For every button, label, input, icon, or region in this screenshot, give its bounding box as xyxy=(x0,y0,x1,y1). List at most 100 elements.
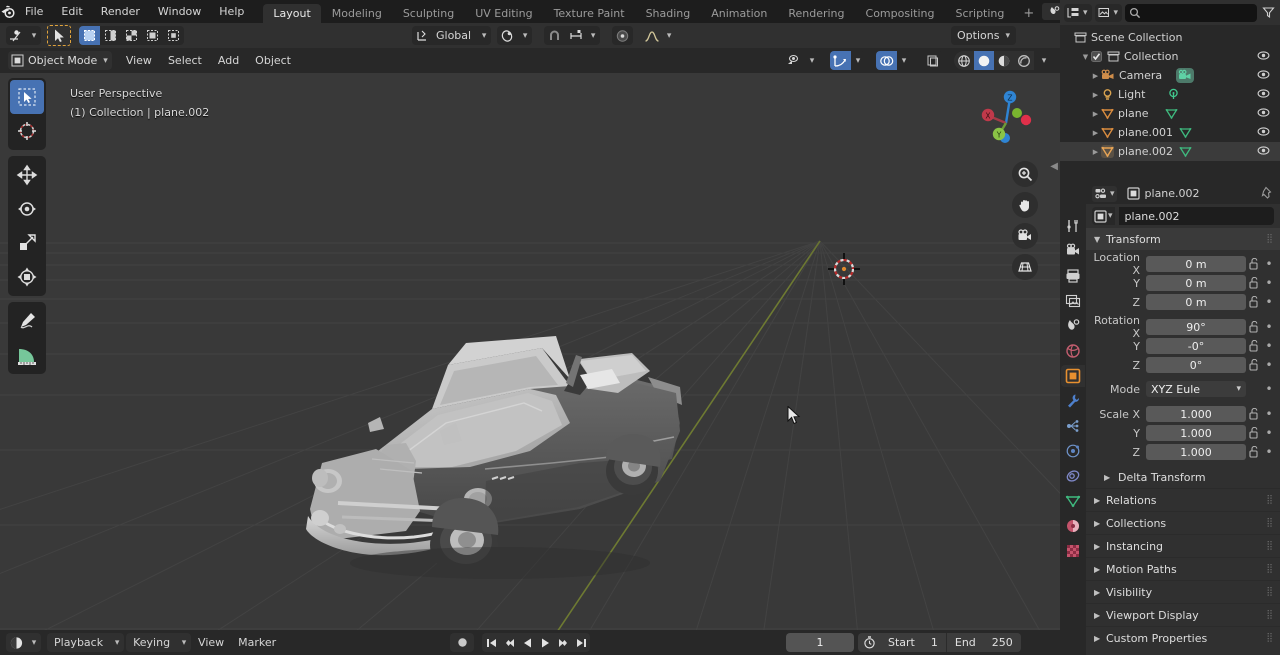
object-properties-icon[interactable] xyxy=(1061,365,1085,387)
tab-rendering[interactable]: Rendering xyxy=(778,4,854,23)
outliner-row-collection[interactable]: ▼ Collection xyxy=(1060,47,1280,66)
scale-x-input[interactable]: 1.000 xyxy=(1146,406,1246,422)
rendered-shading-icon[interactable] xyxy=(1014,51,1034,70)
select-extend-icon[interactable] xyxy=(100,26,121,45)
custom-properties-panel-header[interactable]: ▶ Custom Properties ⣿ xyxy=(1086,626,1280,649)
delta-transform-panel-header[interactable]: ▶ Delta Transform xyxy=(1086,466,1280,488)
rotation-z-input[interactable]: 0° xyxy=(1146,357,1246,373)
search-input[interactable] xyxy=(1125,3,1257,22)
scale-z-input[interactable]: 1.000 xyxy=(1146,444,1246,460)
particle-properties-icon[interactable] xyxy=(1061,415,1085,437)
viewport-menu-add[interactable]: Add xyxy=(210,51,247,70)
transform-panel-header[interactable]: ▼ Transform ⣿ xyxy=(1086,228,1280,250)
mesh-data-icon[interactable] xyxy=(1179,126,1192,139)
tab-shading[interactable]: Shading xyxy=(636,4,701,23)
previous-keyframe-icon[interactable] xyxy=(500,633,518,652)
funnel-filter-icon[interactable] xyxy=(1260,6,1276,19)
animate-dot-icon[interactable]: • xyxy=(1262,339,1276,353)
timeline-editor-type-selector[interactable]: ▾ xyxy=(6,633,41,652)
overlays-chevron-down-icon[interactable]: ▾ xyxy=(897,51,911,70)
unlock-icon[interactable] xyxy=(1246,427,1262,439)
location-y-input[interactable]: 0 m xyxy=(1146,275,1246,291)
keying-chevron-down-icon[interactable]: ▾ xyxy=(177,633,191,652)
menu-help[interactable]: Help xyxy=(210,0,253,23)
snap-increment-icon[interactable] xyxy=(565,26,586,45)
properties-editor-icon[interactable]: ▾ xyxy=(1092,185,1117,202)
animate-dot-icon[interactable]: • xyxy=(1262,320,1276,334)
playback-chevron-down-icon[interactable]: ▾ xyxy=(110,633,124,652)
custom-properties-disclosure-triangle-icon[interactable]: ▶ xyxy=(1094,634,1106,643)
jump-to-end-icon[interactable] xyxy=(572,633,590,652)
object-visibility-widget[interactable]: ▾ xyxy=(784,51,819,70)
rotation-mode-dropdown[interactable]: XYZ Eule ▾ xyxy=(1146,381,1246,397)
viewport-display-disclosure-triangle-icon[interactable]: ▶ xyxy=(1094,611,1106,620)
tool-properties-icon[interactable] xyxy=(1061,215,1085,237)
gizmo-widget[interactable]: ▾ xyxy=(830,51,865,70)
viewport-menu-select[interactable]: Select xyxy=(160,51,210,70)
animate-dot-icon[interactable]: • xyxy=(1262,276,1276,290)
frame-start-field[interactable]: Start 1 xyxy=(880,633,946,652)
location-x-input[interactable]: 0 m xyxy=(1146,256,1246,272)
scale-icon[interactable] xyxy=(10,226,44,260)
unlock-icon[interactable] xyxy=(1246,340,1262,352)
instancing-disclosure-triangle-icon[interactable]: ▶ xyxy=(1094,542,1106,551)
pivot-point-selector[interactable]: ▾ xyxy=(497,26,533,45)
active-tool-button[interactable] xyxy=(47,25,71,46)
visibility-eye-icon[interactable] xyxy=(1257,50,1270,64)
select-intersect-icon[interactable] xyxy=(163,26,184,45)
animate-dot-icon[interactable]: • xyxy=(1262,445,1276,459)
mesh-data-icon[interactable] xyxy=(1179,145,1192,158)
wireframe-shading-icon[interactable] xyxy=(954,51,974,70)
falloff-widget[interactable]: ▾ xyxy=(641,26,676,45)
texture-properties-icon[interactable] xyxy=(1061,540,1085,562)
menu-edit[interactable]: Edit xyxy=(52,0,91,23)
object-data-properties-icon[interactable] xyxy=(1061,490,1085,512)
rotate-icon[interactable] xyxy=(10,192,44,226)
tab-sculpting[interactable]: Sculpting xyxy=(393,4,464,23)
unlock-icon[interactable] xyxy=(1246,408,1262,420)
navigation-gizmo[interactable]: Z X Y xyxy=(968,83,1042,157)
orientation-chevron-down-icon[interactable]: ▾ xyxy=(477,26,491,45)
snap-with-icon[interactable] xyxy=(6,26,27,45)
relations-disclosure-triangle-icon[interactable]: ▶ xyxy=(1094,496,1106,505)
viewport-menu-object[interactable]: Object xyxy=(247,51,299,70)
visibility-panel-header[interactable]: ▶ Visibility ⣿ xyxy=(1086,580,1280,603)
unlock-icon[interactable] xyxy=(1246,296,1262,308)
blender-logo-icon[interactable] xyxy=(0,0,16,23)
tab-scripting[interactable]: Scripting xyxy=(945,4,1014,23)
transform-icon[interactable] xyxy=(10,260,44,294)
pivot-chevron-down-icon[interactable]: ▾ xyxy=(518,26,532,45)
falloff-chevron-down-icon[interactable]: ▾ xyxy=(662,26,676,45)
proportional-edit-icon[interactable] xyxy=(612,26,633,45)
viewport-display-panel-header[interactable]: ▶ Viewport Display ⣿ xyxy=(1086,603,1280,626)
next-keyframe-icon[interactable] xyxy=(554,633,572,652)
relations-panel-header[interactable]: ▶ Relations ⣿ xyxy=(1086,488,1280,511)
gizmo-icon[interactable] xyxy=(830,51,851,70)
tab-layout[interactable]: Layout xyxy=(263,4,321,23)
light-disclosure-triangle-icon[interactable]: ▶ xyxy=(1090,91,1101,99)
current-frame-input[interactable]: 1 xyxy=(786,633,854,652)
material-properties-icon[interactable] xyxy=(1061,515,1085,537)
world-properties-icon[interactable] xyxy=(1061,340,1085,362)
animate-dot-icon[interactable]: • xyxy=(1262,295,1276,309)
outliner-row-plane-001[interactable]: ▶ plane.001 xyxy=(1060,123,1280,142)
animate-dot-icon[interactable]: • xyxy=(1262,426,1276,440)
tab-texture-paint[interactable]: Texture Paint xyxy=(544,4,635,23)
visibility-chevron-down-icon[interactable]: ▾ xyxy=(805,51,819,70)
animate-dot-icon[interactable]: • xyxy=(1262,382,1276,396)
snap-settings-chevron-down-icon[interactable]: ▾ xyxy=(586,26,600,45)
unlock-icon[interactable] xyxy=(1246,277,1262,289)
menu-file[interactable]: File xyxy=(16,0,52,23)
modifier-properties-icon[interactable] xyxy=(1061,390,1085,412)
rotation-x-input[interactable]: 90° xyxy=(1146,319,1246,335)
visibility-disclosure-triangle-icon[interactable]: ▶ xyxy=(1094,588,1106,597)
unlock-icon[interactable] xyxy=(1246,258,1262,270)
unlock-icon[interactable] xyxy=(1246,446,1262,458)
playback-menu[interactable]: Playback ▾ xyxy=(47,633,125,652)
delta-transform-disclosure-triangle-icon[interactable]: ▶ xyxy=(1104,473,1118,482)
visibility-eye-icon[interactable] xyxy=(784,51,805,70)
keying-menu[interactable]: Keying ▾ xyxy=(126,633,192,652)
xray-toggle[interactable] xyxy=(922,51,943,70)
id-type-filter-icon[interactable]: ▾ xyxy=(1094,3,1123,22)
outliner-row-plane[interactable]: ▶ plane xyxy=(1060,104,1280,123)
